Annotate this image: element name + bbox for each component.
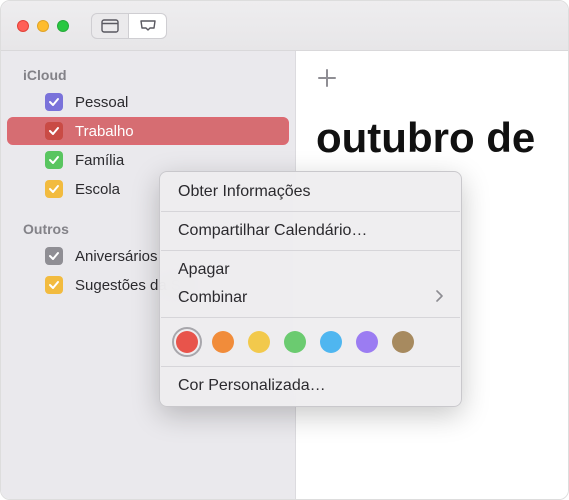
sidebar-item-label: Família [75,152,124,169]
color-swatch-brown[interactable] [392,331,414,353]
sidebar-item-label: Aniversários [75,248,158,265]
sidebar-item-label: Pessoal [75,94,128,111]
close-window-button[interactable] [17,20,29,32]
menu-item-label: Combinar [178,289,247,307]
month-title: outubro de [316,114,568,162]
menu-separator [161,366,460,367]
menu-separator [161,250,460,251]
color-swatch-yellow[interactable] [248,331,270,353]
calendar-icon [101,19,119,33]
checkbox-icon[interactable] [45,180,63,198]
chevron-right-icon [435,289,443,307]
inbox-icon [139,19,157,33]
color-swatch-green[interactable] [284,331,306,353]
maximize-window-button[interactable] [57,20,69,32]
checkbox-icon[interactable] [45,122,63,140]
calendar-view-button[interactable] [91,13,129,39]
add-event-button[interactable] [316,67,338,89]
checkbox-icon[interactable] [45,247,63,265]
menu-item-label: Cor Personalizada… [178,377,326,395]
sidebar-item-trabalho[interactable]: Trabalho [7,117,289,145]
inbox-view-button[interactable] [129,13,167,39]
menu-separator [161,211,460,212]
section-header-icloud: iCloud [1,61,295,87]
sidebar-item-familia[interactable]: Família [7,146,289,174]
checkbox-icon[interactable] [45,151,63,169]
checkbox-icon[interactable] [45,93,63,111]
sidebar-item-pessoal[interactable]: Pessoal [7,88,289,116]
color-swatch-row [160,323,461,361]
sidebar-item-label: Escola [75,181,120,198]
titlebar [1,1,568,51]
menu-item-label: Apagar [178,261,230,279]
context-menu: Obter Informações Compartilhar Calendári… [159,171,462,407]
app-window: iCloud Pessoal Trabalho Família Escola O… [0,0,569,500]
checkbox-icon[interactable] [45,276,63,294]
minimize-window-button[interactable] [37,20,49,32]
menu-separator [161,317,460,318]
sidebar-item-label: Trabalho [75,123,134,140]
menu-item-label: Obter Informações [178,183,311,201]
menu-item-delete[interactable]: Apagar [160,256,461,284]
color-swatch-blue[interactable] [320,331,342,353]
window-controls [17,20,69,32]
color-swatch-red[interactable] [176,331,198,353]
menu-item-share[interactable]: Compartilhar Calendário… [160,217,461,245]
color-swatch-purple[interactable] [356,331,378,353]
color-swatch-orange[interactable] [212,331,234,353]
menu-item-merge[interactable]: Combinar [160,284,461,312]
menu-item-get-info[interactable]: Obter Informações [160,178,461,206]
menu-item-label: Compartilhar Calendário… [178,222,367,240]
menu-item-custom-color[interactable]: Cor Personalizada… [160,372,461,400]
toolbar-group [91,13,167,39]
